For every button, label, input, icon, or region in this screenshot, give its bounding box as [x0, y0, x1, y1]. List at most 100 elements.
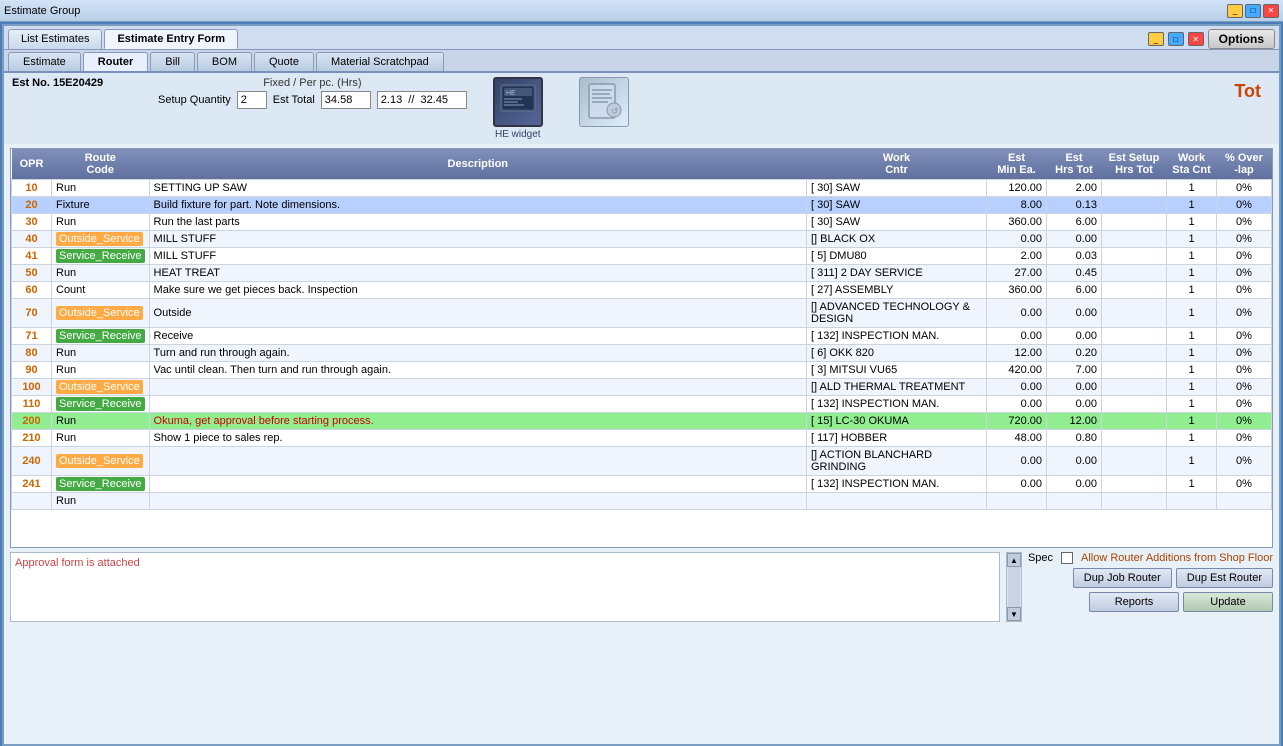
table-body: 10RunSETTING UP SAW[ 30] SAW120.002.0010… — [12, 180, 1272, 510]
right-panel: Spec Allow Router Additions from Shop Fl… — [1028, 552, 1273, 622]
inner-minimize-button[interactable]: _ — [1148, 32, 1164, 46]
fixed-values-input[interactable] — [377, 91, 467, 109]
est-hrs-tot-cell: 0.00 — [1047, 379, 1102, 396]
table-row[interactable]: 100Outside_Service[] ALD THERMAL TREATME… — [12, 379, 1272, 396]
pct-overlap-cell: 0% — [1217, 447, 1272, 476]
scroll-down-arrow[interactable]: ▼ — [1007, 607, 1021, 621]
nav-tab-router[interactable]: Router — [83, 52, 148, 71]
he-widget-icon[interactable]: HE — [493, 77, 543, 127]
table-row[interactable]: 30RunRun the last parts[ 30] SAW360.006.… — [12, 214, 1272, 231]
inner-maximize-button[interactable]: □ — [1168, 32, 1184, 46]
route-code-cell: Run — [52, 362, 150, 379]
route-code-cell: Run — [52, 430, 150, 447]
table-row[interactable]: 10RunSETTING UP SAW[ 30] SAW120.002.0010… — [12, 180, 1272, 197]
dup-job-router-button[interactable]: Dup Job Router — [1073, 568, 1172, 588]
close-button[interactable]: ✕ — [1263, 4, 1279, 18]
est-setup-hrs-tot-cell — [1102, 197, 1167, 214]
table-row[interactable]: 70Outside_ServiceOutside[] ADVANCED TECH… — [12, 299, 1272, 328]
table-row[interactable]: 200RunOkuma, get approval before startin… — [12, 413, 1272, 430]
est-hrs-tot-cell: 0.00 — [1047, 328, 1102, 345]
table-row[interactable]: 40Outside_ServiceMILL STUFF[] BLACK OX0.… — [12, 231, 1272, 248]
est-total-input[interactable] — [321, 91, 371, 109]
work-cntr-cell: [ 27] ASSEMBLY — [807, 282, 987, 299]
table-row[interactable]: 210RunShow 1 piece to sales rep.[ 117] H… — [12, 430, 1272, 447]
est-min-ea-cell: 0.00 — [987, 328, 1047, 345]
allow-router-checkbox[interactable] — [1061, 552, 1073, 564]
opr-cell: 240 — [12, 447, 52, 476]
opr-cell: 110 — [12, 396, 52, 413]
est-min-ea-cell: 720.00 — [987, 413, 1047, 430]
options-button[interactable]: Options — [1208, 29, 1275, 49]
est-hrs-tot-cell: 0.45 — [1047, 265, 1102, 282]
nav-tab-material-scratchpad[interactable]: Material Scratchpad — [316, 52, 444, 71]
opr-cell: 70 — [12, 299, 52, 328]
work-cntr-cell — [807, 493, 987, 510]
est-min-ea-cell: 27.00 — [987, 265, 1047, 282]
work-cntr-cell: [] ALD THERMAL TREATMENT — [807, 379, 987, 396]
work-sta-cnt-cell: 1 — [1167, 396, 1217, 413]
table-row[interactable]: 71Service_ReceiveReceive[ 132] INSPECTIO… — [12, 328, 1272, 345]
est-setup-hrs-tot-cell — [1102, 379, 1167, 396]
work-cntr-cell: [ 30] SAW — [807, 214, 987, 231]
col-work-sta-cnt: WorkSta Cnt — [1167, 149, 1217, 180]
nav-tab-quote[interactable]: Quote — [254, 52, 314, 71]
work-sta-cnt-cell: 1 — [1167, 265, 1217, 282]
est-min-ea-cell: 360.00 — [987, 214, 1047, 231]
est-hrs-tot-cell: 7.00 — [1047, 362, 1102, 379]
nav-tab-bill[interactable]: Bill — [150, 52, 195, 71]
pct-overlap-cell: 0% — [1217, 282, 1272, 299]
nav-tabs: Estimate Router Bill BOM Quote Material … — [4, 50, 1279, 73]
table-row[interactable]: 241Service_Receive[ 132] INSPECTION MAN.… — [12, 476, 1272, 493]
est-min-ea-cell: 420.00 — [987, 362, 1047, 379]
dup-est-router-button[interactable]: Dup Est Router — [1176, 568, 1273, 588]
est-setup-hrs-tot-cell — [1102, 248, 1167, 265]
maximize-button[interactable]: □ — [1245, 4, 1261, 18]
est-min-ea-cell: 0.00 — [987, 231, 1047, 248]
table-row[interactable]: 41Service_ReceiveMILL STUFF[ 5] DMU802.0… — [12, 248, 1272, 265]
opr-cell — [12, 493, 52, 510]
table-row[interactable]: 60CountMake sure we get pieces back. Ins… — [12, 282, 1272, 299]
pct-overlap-cell: 0% — [1217, 379, 1272, 396]
est-setup-hrs-tot-cell — [1102, 476, 1167, 493]
pct-overlap-cell: 0% — [1217, 214, 1272, 231]
work-sta-cnt-cell: 1 — [1167, 413, 1217, 430]
pct-overlap-cell: 0% — [1217, 430, 1272, 447]
description-cell: Make sure we get pieces back. Inspection — [149, 282, 806, 299]
tab-estimate-entry-form[interactable]: Estimate Entry Form — [104, 29, 238, 49]
setup-qty-input[interactable] — [237, 91, 267, 109]
work-sta-cnt-cell: 1 — [1167, 379, 1217, 396]
table-row[interactable]: 110Service_Receive[ 132] INSPECTION MAN.… — [12, 396, 1272, 413]
opr-cell: 20 — [12, 197, 52, 214]
table-row[interactable]: 50RunHEAT TREAT[ 311] 2 DAY SERVICE27.00… — [12, 265, 1272, 282]
table-row[interactable]: Run — [12, 493, 1272, 510]
svg-text:↺: ↺ — [611, 106, 619, 116]
table-row[interactable]: 20FixtureBuild fixture for part. Note di… — [12, 197, 1272, 214]
reports-button[interactable]: Reports — [1089, 592, 1179, 612]
update-button[interactable]: Update — [1183, 592, 1273, 612]
table-row[interactable]: 80RunTurn and run through again.[ 6] OKK… — [12, 345, 1272, 362]
minimize-button[interactable]: _ — [1227, 4, 1243, 18]
title-bar-title: Estimate Group — [4, 5, 80, 17]
work-sta-cnt-cell: 1 — [1167, 362, 1217, 379]
pct-overlap-cell: 0% — [1217, 180, 1272, 197]
tab-list-estimates[interactable]: List Estimates — [8, 29, 102, 49]
pct-overlap-cell: 0% — [1217, 197, 1272, 214]
table-row[interactable]: 240Outside_Service[] ACTION BLANCHARD GR… — [12, 447, 1272, 476]
route-code-cell: Outside_Service — [52, 447, 150, 476]
nav-tab-bom[interactable]: BOM — [197, 52, 252, 71]
table-row[interactable]: 90RunVac until clean. Then turn and run … — [12, 362, 1272, 379]
work-sta-cnt-cell: 1 — [1167, 476, 1217, 493]
est-hrs-tot-cell: 12.00 — [1047, 413, 1102, 430]
route-code-cell: Service_Receive — [52, 248, 150, 265]
est-hrs-tot-cell: 0.00 — [1047, 476, 1102, 493]
inner-close-button[interactable]: ✕ — [1188, 32, 1204, 46]
est-hrs-tot-cell: 0.13 — [1047, 197, 1102, 214]
est-setup-hrs-tot-cell — [1102, 493, 1167, 510]
nav-tab-estimate[interactable]: Estimate — [8, 52, 81, 71]
est-hrs-tot-cell: 0.03 — [1047, 248, 1102, 265]
description-cell: MILL STUFF — [149, 248, 806, 265]
scroll-up-arrow[interactable]: ▲ — [1007, 553, 1021, 567]
route-code-cell: Outside_Service — [52, 299, 150, 328]
scroll-bar[interactable]: ▲ ▼ — [1006, 552, 1022, 622]
spec-row: Spec Allow Router Additions from Shop Fl… — [1028, 552, 1273, 564]
